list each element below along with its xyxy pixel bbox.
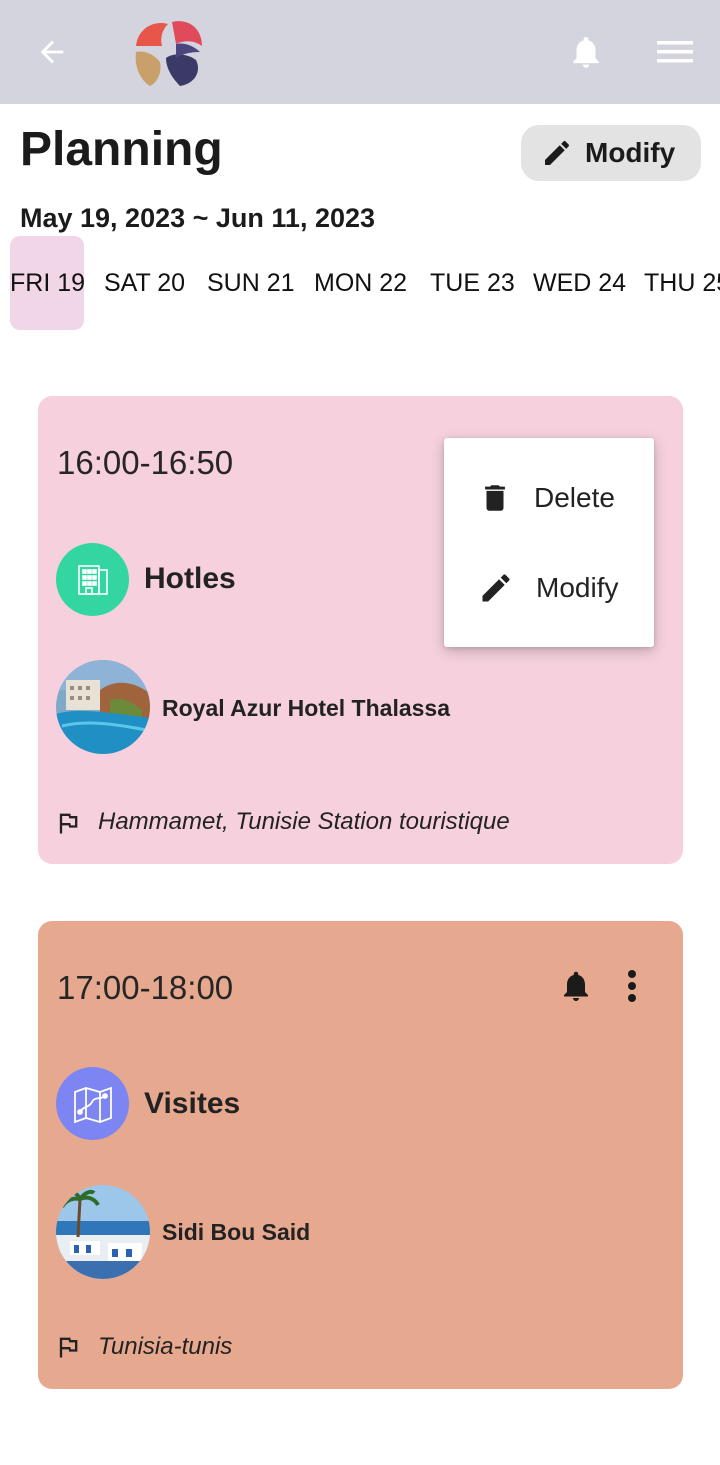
page-title: Planning (20, 123, 223, 176)
modify-button-label: Modify (585, 137, 676, 168)
day-tabs: FRI 19 SAT 20 SUN 21 MON 22 TUE 23 WED 2… (0, 236, 720, 332)
day-tab-fri-19[interactable]: FRI 19 (10, 236, 85, 330)
app-logo (132, 16, 206, 88)
delete-menu-label: Delete (534, 482, 615, 513)
flag-icon (59, 813, 78, 834)
event-place: Royal Azur Hotel Thalassa (162, 695, 451, 721)
hotel-building-icon (56, 543, 129, 616)
arrow-left-icon (40, 40, 64, 64)
modify-menu-item[interactable]: Modify (444, 543, 654, 633)
event-category: Visites (144, 1087, 241, 1120)
event-location: Tunisia-tunis (98, 1333, 233, 1360)
event-options-menu: Delete Modify (444, 438, 654, 647)
modify-button[interactable]: Modify (521, 125, 701, 181)
day-tab-mon-22[interactable]: MON 22 (314, 236, 407, 330)
event-place: Sidi Bou Said (162, 1219, 311, 1245)
bell-icon (573, 36, 599, 68)
pencil-icon (545, 140, 570, 165)
trash-icon (485, 485, 505, 511)
event-time: 16:00-16:50 (57, 444, 234, 481)
hotel-photo (56, 660, 150, 754)
date-range: May 19, 2023 ~ Jun 11, 2023 (20, 203, 376, 233)
flag-icon (59, 1337, 78, 1358)
pencil-icon (482, 574, 510, 602)
more-vert-icon (628, 970, 636, 1002)
day-tab-wed-24[interactable]: WED 24 (533, 236, 626, 330)
app-bar (0, 0, 720, 104)
bell-icon[interactable] (558, 966, 594, 1006)
more-options-button[interactable] (618, 966, 646, 1006)
delete-menu-item[interactable]: Delete (444, 453, 654, 543)
map-icon (56, 1067, 129, 1140)
event-category: Hotles (144, 562, 236, 595)
back-button[interactable] (30, 30, 74, 74)
event-card[interactable]: 17:00-18:00 Visites Sidi Bou Said Tunisi (38, 921, 683, 1389)
modify-menu-label: Modify (536, 572, 619, 603)
notifications-button[interactable] (564, 30, 608, 74)
event-location: Hammamet, Tunisie Station touristique (98, 808, 510, 835)
menu-button[interactable] (652, 30, 698, 74)
day-tab-tue-23[interactable]: TUE 23 (430, 236, 515, 330)
day-tab-sun-21[interactable]: SUN 21 (207, 236, 295, 330)
event-time: 17:00-18:00 (57, 969, 234, 1006)
sidi-bou-said-photo (56, 1185, 150, 1279)
hamburger-menu-icon (657, 41, 693, 63)
day-tab-thu-25[interactable]: THU 25 (644, 236, 720, 330)
day-tab-sat-20[interactable]: SAT 20 (104, 236, 185, 330)
